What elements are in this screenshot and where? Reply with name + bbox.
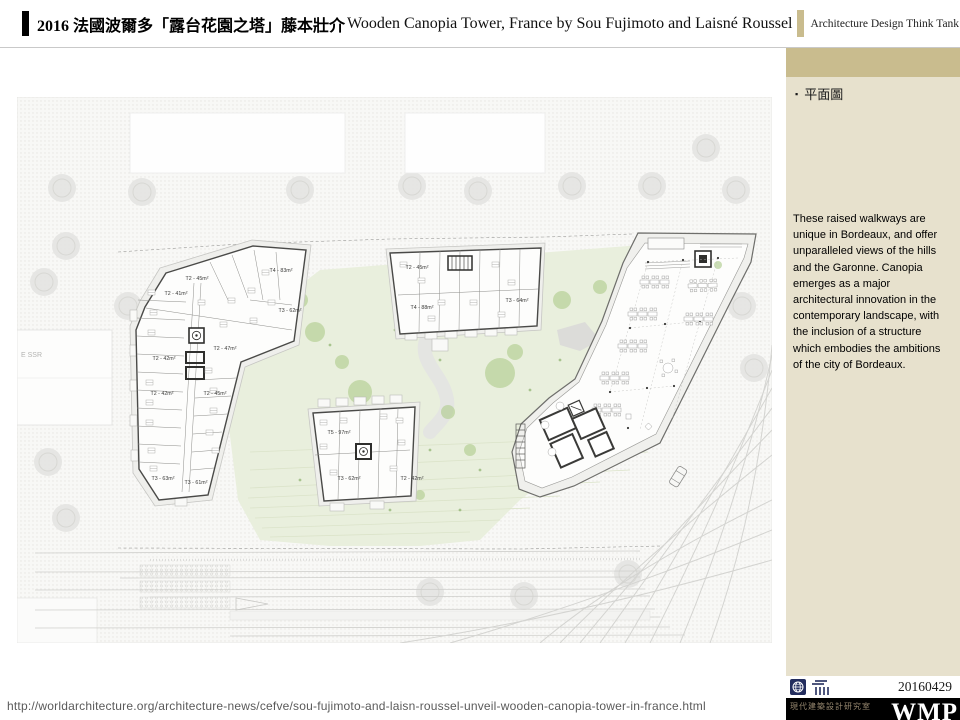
footer-logo-strip: 20160429 — [786, 676, 960, 698]
svg-text:T3 - 63m²: T3 - 63m² — [152, 476, 175, 482]
date-text: 20160429 — [898, 679, 952, 695]
svg-text:T2 - 42m²: T2 - 42m² — [153, 356, 176, 362]
svg-text:T3 - 62m²: T3 - 62m² — [338, 476, 361, 482]
svg-text:T2 - 41m²: T2 - 41m² — [165, 291, 188, 297]
sidebar-top-band — [786, 48, 960, 77]
svg-text:T3 - 61m²: T3 - 61m² — [185, 480, 208, 486]
svg-text:T4 - 88m²: T4 - 88m² — [411, 305, 434, 311]
columns-logo-icon — [811, 679, 829, 695]
wmp-watermark: WMP — [891, 699, 958, 720]
lab-name: 現代建築設計研究室 — [790, 701, 871, 712]
sidebar-section-title: ▪ 平面圖 — [795, 84, 843, 103]
building-mid-bottom — [308, 395, 420, 511]
footer-black-bar: 現代建築設計研究室 WMP — [786, 698, 960, 720]
brand-accent-bar — [797, 10, 804, 37]
sidebar-body-text: These raised walkways are unique in Bord… — [793, 211, 946, 373]
right-sidebar: ▪ 平面圖 These raised walkways are unique in… — [786, 48, 960, 720]
svg-text:T4 - 83m²: T4 - 83m² — [270, 268, 293, 274]
site-plan-drawing: E SSR — [17, 97, 772, 643]
svg-text:T2 - 45m²: T2 - 45m² — [186, 276, 209, 282]
svg-text:T3 - 62m²: T3 - 62m² — [279, 308, 302, 314]
source-url[interactable]: http://worldarchitecture.org/architectur… — [7, 699, 706, 713]
svg-text:T2 - 42m²: T2 - 42m² — [151, 391, 174, 397]
svg-text:T2 - 42m²: T2 - 42m² — [401, 476, 424, 482]
title-accent-bar — [22, 11, 29, 36]
svg-text:T5 - 97m²: T5 - 97m² — [328, 430, 351, 436]
adjacent-building-label: E SSR — [21, 352, 42, 359]
page-title-zh: 2016 法國波爾多「露台花園之塔」藤本壯介 — [37, 12, 345, 36]
svg-text:T2 - 47m²: T2 - 47m² — [214, 346, 237, 352]
globe-logo-icon — [790, 679, 806, 695]
brand-text: Architecture Design Think Tank — [811, 18, 960, 30]
sidebar-section-label: 平面圖 — [804, 87, 843, 102]
svg-text:T2 - 45m²: T2 - 45m² — [204, 391, 227, 397]
svg-text:T3 - 64m²: T3 - 64m² — [506, 298, 529, 304]
svg-text:T2 - 45m²: T2 - 45m² — [406, 265, 429, 271]
page-title-en: Wooden Canopia Tower, France by Sou Fuji… — [347, 15, 792, 33]
bullet-icon: ▪ — [795, 89, 798, 99]
elevator-core — [695, 251, 711, 267]
stair-core — [356, 444, 371, 459]
slide-header: 2016 法國波爾多「露台花園之塔」藤本壯介 Wooden Canopia To… — [0, 0, 960, 48]
